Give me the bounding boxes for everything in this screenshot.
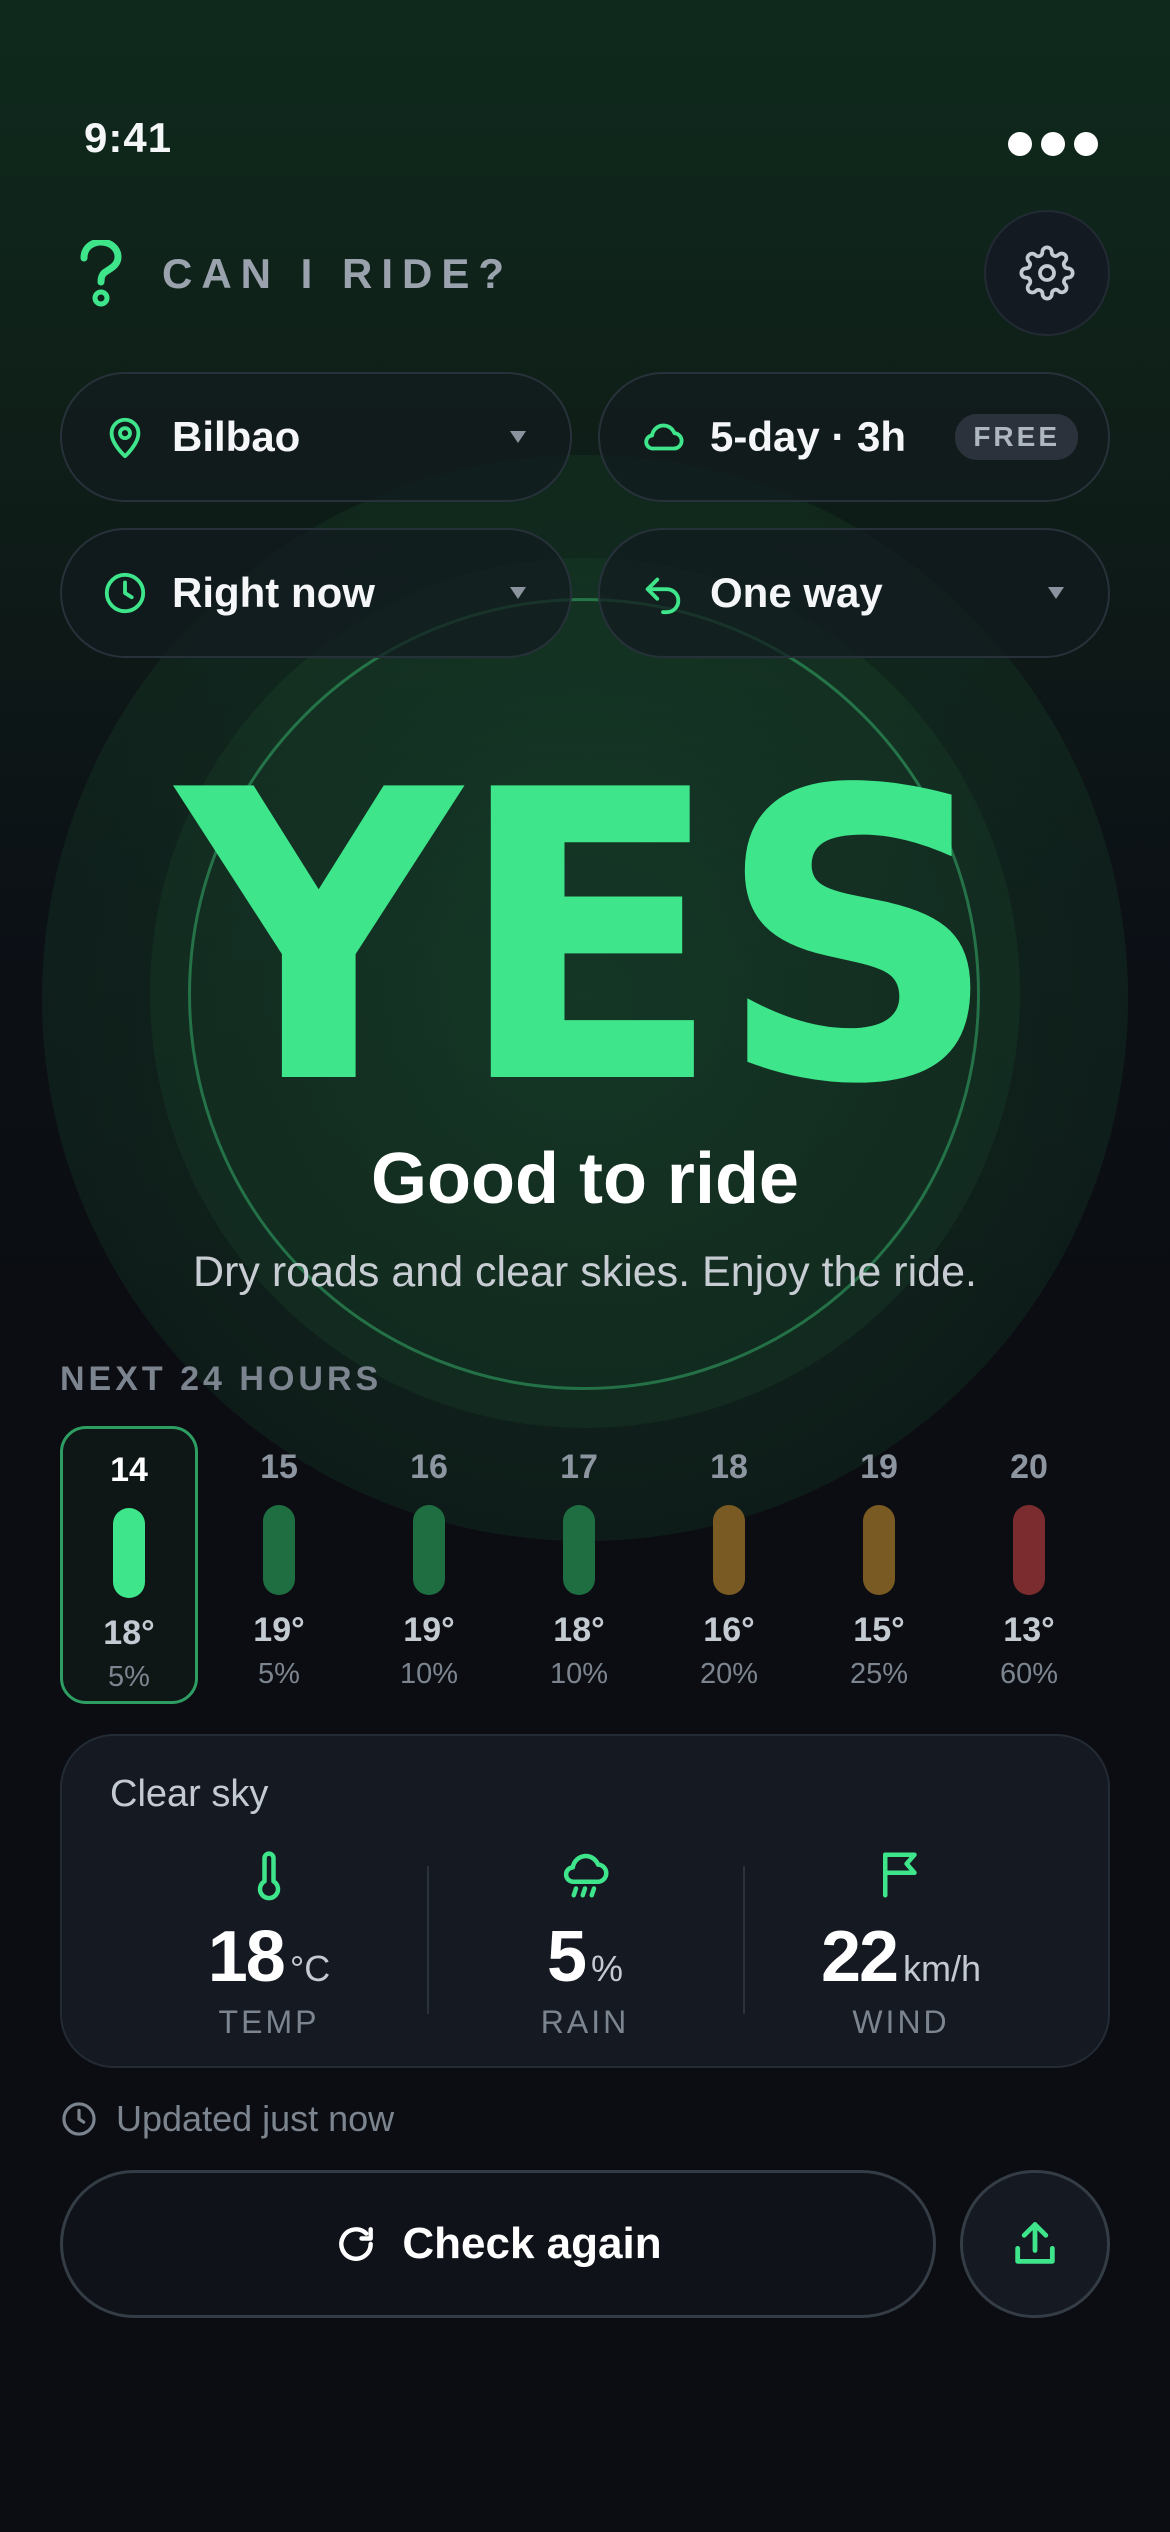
temp-unit: °C (289, 1948, 331, 1989)
chevron-down-icon (510, 431, 526, 443)
share-icon (1015, 2222, 1055, 2264)
clock-icon (104, 572, 146, 614)
hour-temp: 19° (403, 1611, 455, 1649)
hour-temp: 19° (253, 1611, 305, 1649)
cloud-icon (644, 423, 684, 451)
wind-unit: km/h (903, 1948, 982, 1989)
hour-rain: 10% (549, 1658, 609, 1690)
ride-score-bar (713, 1505, 745, 1595)
hour-label: 20 (1010, 1448, 1048, 1486)
rain-unit: % (591, 1948, 624, 1989)
ride-score-bar (863, 1505, 895, 1595)
time-selector[interactable]: Right now (60, 528, 572, 658)
hour-temp: 18° (103, 1614, 155, 1652)
rain-stat: 5 % RAIN (430, 1848, 740, 2041)
trip-label: One way (710, 569, 883, 616)
hour-label: 14 (110, 1451, 148, 1489)
hour-label: 18 (710, 1448, 748, 1486)
hour-rain: 5% (258, 1658, 300, 1690)
hour-slot[interactable]: 14 18° 5% (60, 1426, 198, 1704)
stat-divider (743, 1866, 745, 2014)
updated-text: Updated just now (116, 2098, 395, 2139)
status-time: 9:41 (84, 114, 173, 161)
forecast-label: 5-day · 3h (710, 413, 907, 460)
temp-stat: 18 °C TEMP (114, 1848, 424, 2041)
verdict-detail: Dry roads and clear skies. Enjoy the rid… (193, 1248, 977, 1296)
hour-label: 19 (860, 1448, 898, 1486)
conditions-summary: Clear sky (110, 1773, 269, 1815)
temp-label: TEMP (218, 2004, 320, 2040)
updated-status: Updated just now (60, 2098, 394, 2140)
rain-cloud-icon (563, 1853, 609, 1898)
hour-slot[interactable]: 20 13° 60% (960, 1426, 1098, 1704)
time-label: Right now (172, 569, 375, 616)
ride-score-bar (563, 1505, 595, 1595)
thermometer-icon (257, 1851, 281, 1901)
hour-slot[interactable]: 19 15° 25% (810, 1426, 948, 1704)
hour-slot[interactable]: 16 19° 10% (360, 1426, 498, 1704)
forecast-selector[interactable]: 5-day · 3h FREE (598, 372, 1110, 502)
hour-slot[interactable]: 18 16° 20% (660, 1426, 798, 1704)
chevron-down-icon (1048, 587, 1064, 599)
ride-score-bar (113, 1508, 145, 1598)
rain-label: RAIN (540, 2004, 630, 2040)
verdict-word: YES (176, 707, 999, 1172)
hour-temp: 16° (703, 1611, 755, 1649)
more-dots-icon[interactable] (1008, 132, 1098, 156)
clock-icon (62, 2102, 96, 2136)
app-title: CAN I RIDE? (162, 250, 513, 297)
location-label: Bilbao (172, 413, 301, 460)
wind-value: 22 (820, 1917, 899, 1997)
hour-label: 17 (560, 1448, 598, 1486)
hourly-forecast: 14 18° 5% 15 19° 5% 16 19° 10% 17 18° 10… (60, 1426, 1110, 1704)
hour-label: 15 (260, 1448, 298, 1486)
ride-score-bar (413, 1505, 445, 1595)
temp-value: 18 (207, 1917, 286, 1997)
gear-icon (1019, 245, 1075, 301)
hour-rain: 25% (849, 1658, 909, 1690)
rain-value: 5 (546, 1917, 587, 1997)
wind-label: WIND (852, 2004, 950, 2040)
forecast-section-title: NEXT 24 HOURS (60, 1360, 383, 1398)
settings-button[interactable] (984, 210, 1110, 336)
check-again-label: Check again (402, 2219, 662, 2268)
hour-temp: 18° (553, 1611, 605, 1649)
flag-icon (883, 1852, 917, 1898)
ride-score-bar (1013, 1505, 1045, 1595)
hour-slot[interactable]: 17 18° 10% (510, 1426, 648, 1704)
question-mark-icon (80, 240, 122, 307)
ride-score-bar (263, 1505, 295, 1595)
refresh-icon (339, 2227, 374, 2261)
return-arrow-icon (645, 577, 681, 615)
plan-badge: FREE (955, 414, 1078, 460)
trip-selector[interactable]: One way (598, 528, 1110, 658)
hour-temp: 13° (1003, 1611, 1055, 1649)
hour-rain: 20% (699, 1658, 759, 1690)
hour-slot[interactable]: 15 19° 5% (210, 1426, 348, 1704)
stat-divider (427, 1866, 429, 2014)
location-selector[interactable]: Bilbao (60, 372, 572, 502)
hour-rain: 60% (999, 1658, 1059, 1690)
chevron-down-icon (510, 587, 526, 599)
wind-stat: 22 km/h WIND (746, 1848, 1056, 2041)
hour-temp: 15° (853, 1611, 905, 1649)
check-again-button[interactable]: Check again (60, 2170, 936, 2318)
share-button[interactable] (960, 2170, 1110, 2318)
map-pin-icon (109, 417, 141, 459)
hour-rain: 5% (108, 1661, 150, 1693)
hour-rain: 10% (399, 1658, 459, 1690)
verdict-headline: Good to ride (371, 1139, 799, 1219)
hour-label: 16 (410, 1448, 448, 1486)
